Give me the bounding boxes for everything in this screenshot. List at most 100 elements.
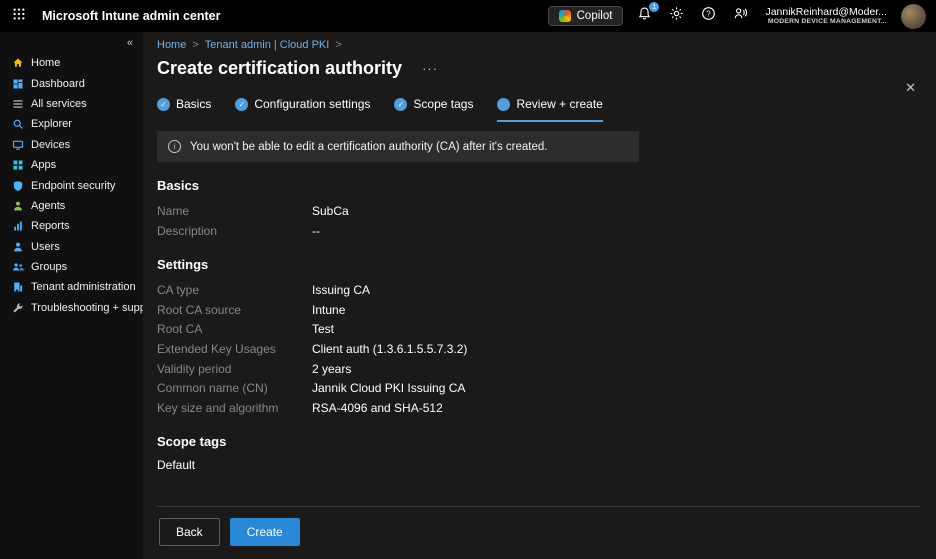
field-label: Root CA source — [157, 301, 312, 321]
sidebar-item-label: Apps — [31, 159, 56, 171]
wrench-icon — [11, 301, 24, 314]
back-button[interactable]: Back — [159, 518, 220, 546]
field-row: Extended Key Usages Client auth (1.3.6.1… — [157, 340, 920, 360]
section-scope-tags: Scope tags Default — [157, 434, 920, 472]
sidebar-item-explorer[interactable]: Explorer — [0, 114, 143, 134]
copilot-label: Copilot — [577, 10, 613, 22]
svg-text:?: ? — [706, 9, 711, 18]
field-row: Key size and algorithm RSA-4096 and SHA-… — [157, 399, 920, 419]
person-icon — [11, 240, 24, 253]
tab-label: Review + create — [516, 97, 602, 111]
close-icon[interactable]: ✕ — [905, 80, 916, 96]
building-icon — [11, 281, 24, 294]
field-label: Validity period — [157, 360, 312, 380]
sidebar-item-label: Explorer — [31, 118, 72, 130]
field-row: Name SubCa — [157, 202, 920, 222]
tab-review-create[interactable]: Review + create — [497, 97, 602, 122]
check-circle-icon: ✓ — [394, 98, 407, 111]
sidebar-item-reports[interactable]: Reports — [0, 216, 143, 236]
more-options-button[interactable]: ··· — [422, 61, 438, 76]
chevron-right-icon: > — [192, 39, 198, 51]
field-row: Validity period 2 years — [157, 360, 920, 380]
avatar[interactable] — [901, 4, 926, 29]
collapse-icon: « — [127, 37, 133, 49]
field-row: Common name (CN) Jannik Cloud PKI Issuin… — [157, 379, 920, 399]
field-label: Common name (CN) — [157, 379, 312, 399]
sidebar-item-apps[interactable]: Apps — [0, 155, 143, 175]
sidebar-item-label: Troubleshooting + support — [31, 302, 143, 314]
chevron-right-icon: > — [335, 39, 341, 51]
sidebar-item-troubleshooting-support[interactable]: Troubleshooting + support — [0, 298, 143, 318]
field-value: Client auth (1.3.6.1.5.5.7.3.2) — [312, 340, 467, 360]
info-banner: i You won't be able to edit a certificat… — [157, 131, 639, 162]
content-pane: Home > Tenant admin | Cloud PKI > Create… — [143, 32, 936, 559]
check-circle-icon: ✓ — [235, 98, 248, 111]
field-row: Root CA Test — [157, 320, 920, 340]
sidebar-item-home[interactable]: Home — [0, 53, 143, 73]
tab-configuration-settings[interactable]: ✓ Configuration settings — [235, 97, 370, 122]
wizard-steps: ✓ Basics ✓ Configuration settings ✓ Scop… — [157, 97, 920, 122]
main-area: « Home Dashboard All services E — [0, 32, 936, 559]
sidebar-item-endpoint-security[interactable]: Endpoint security — [0, 175, 143, 195]
sidebar-item-groups[interactable]: Groups — [0, 257, 143, 277]
sidebar-item-users[interactable]: Users — [0, 237, 143, 257]
sidebar-nav: « Home Dashboard All services E — [0, 32, 143, 559]
sidebar-item-label: Dashboard — [31, 78, 85, 90]
tab-scope-tags[interactable]: ✓ Scope tags — [394, 97, 473, 122]
copilot-button[interactable]: Copilot — [548, 6, 624, 26]
help-button[interactable]: ? — [697, 5, 719, 27]
field-value: RSA-4096 and SHA-512 — [312, 399, 443, 419]
sidebar-item-devices[interactable]: Devices — [0, 135, 143, 155]
app-window: Microsoft Intune admin center Copilot 1 — [0, 0, 936, 559]
field-value: Test — [312, 320, 334, 340]
sidebar-item-dashboard[interactable]: Dashboard — [0, 73, 143, 93]
gear-icon — [669, 6, 684, 26]
app-launcher-button[interactable] — [0, 0, 38, 32]
sidebar-item-agents[interactable]: Agents — [0, 196, 143, 216]
field-value: -- — [312, 222, 320, 242]
sidebar-item-label: Reports — [31, 220, 70, 232]
feedback-icon — [733, 6, 748, 26]
field-label: Root CA — [157, 320, 312, 340]
sidebar-collapse-button[interactable]: « — [0, 34, 143, 53]
field-row: Description -- — [157, 222, 920, 242]
create-button[interactable]: Create — [230, 518, 300, 546]
apps-grid-icon — [11, 159, 24, 172]
field-value: Jannik Cloud PKI Issuing CA — [312, 379, 465, 399]
copilot-icon — [559, 10, 571, 22]
monitor-icon — [11, 138, 24, 151]
title-row: Create certification authority ··· — [157, 58, 920, 79]
section-title: Settings — [157, 257, 920, 272]
field-value: Issuing CA — [312, 281, 370, 301]
field-label: CA type — [157, 281, 312, 301]
field-label: Name — [157, 202, 312, 222]
people-icon — [11, 261, 24, 274]
field-label: Description — [157, 222, 312, 242]
section-title: Scope tags — [157, 434, 920, 449]
field-label: Extended Key Usages — [157, 340, 312, 360]
account-info[interactable]: JannikReinhard@Moder... MODERN DEVICE MA… — [765, 6, 887, 27]
sidebar-item-label: All services — [31, 98, 87, 110]
breadcrumb-home-link[interactable]: Home — [157, 39, 186, 51]
sidebar-item-label: Users — [31, 241, 60, 253]
list-icon — [11, 97, 24, 110]
sidebar-item-label: Groups — [31, 261, 67, 273]
breadcrumb-cloud-pki-link[interactable]: Tenant admin | Cloud PKI — [205, 39, 330, 51]
tab-basics[interactable]: ✓ Basics — [157, 97, 211, 122]
wizard-footer: Back Create — [157, 506, 920, 559]
sidebar-item-all-services[interactable]: All services — [0, 94, 143, 114]
notifications-button[interactable]: 1 — [633, 5, 655, 27]
top-bar-actions: Copilot 1 — [548, 4, 936, 29]
dashboard-icon — [11, 77, 24, 90]
agent-icon — [11, 199, 24, 212]
shield-icon — [11, 179, 24, 192]
settings-button[interactable] — [665, 5, 687, 27]
active-step-dot-icon — [497, 98, 510, 111]
bar-chart-icon — [11, 220, 24, 233]
sidebar-item-label: Tenant administration — [31, 281, 136, 293]
sidebar-item-tenant-administration[interactable]: Tenant administration — [0, 277, 143, 297]
field-row: Root CA source Intune — [157, 301, 920, 321]
tab-label: Configuration settings — [254, 97, 370, 111]
feedback-button[interactable] — [729, 5, 751, 27]
section-settings: Settings CA type Issuing CA Root CA sour… — [157, 257, 920, 418]
